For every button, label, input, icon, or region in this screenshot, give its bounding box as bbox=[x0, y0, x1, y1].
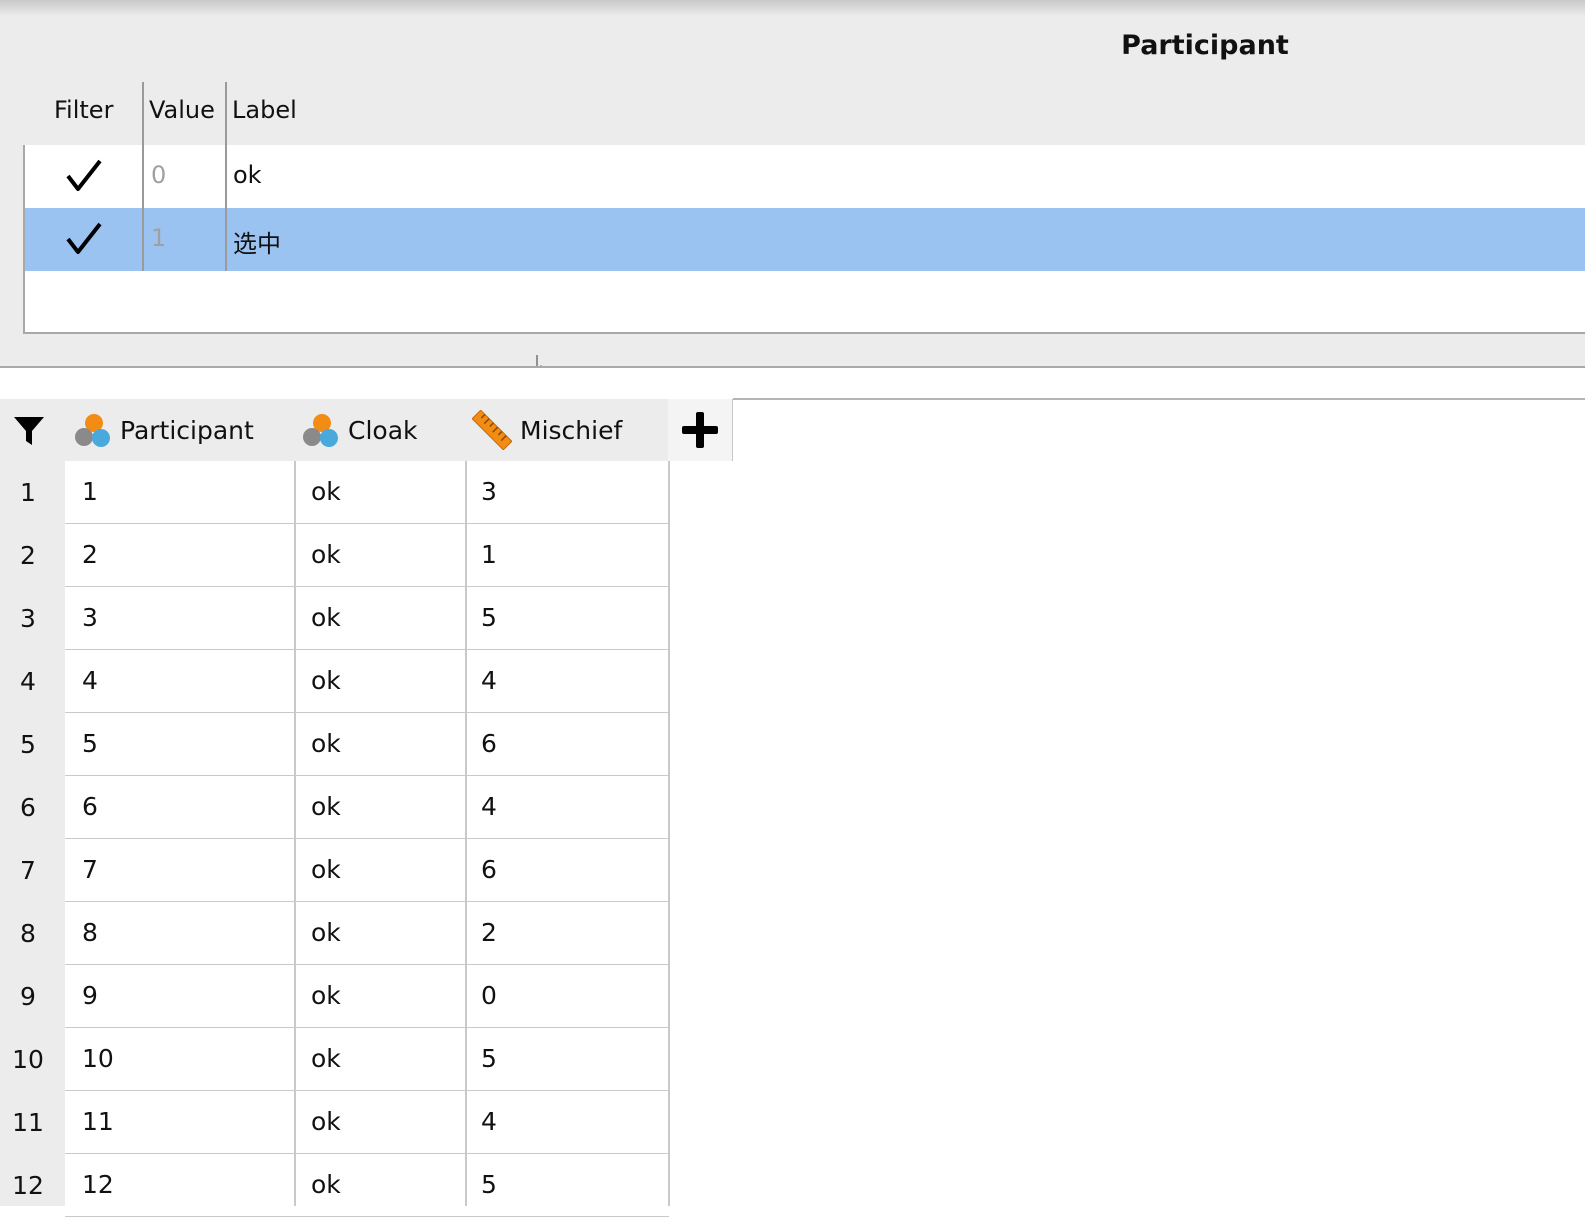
table-row: 1 ok 3 bbox=[65, 461, 669, 524]
checkmark-icon[interactable] bbox=[65, 157, 103, 195]
cell-mischief[interactable]: 5 bbox=[481, 603, 497, 632]
cell-cloak[interactable]: ok bbox=[311, 1170, 341, 1199]
filter-header[interactable]: Filter bbox=[54, 96, 113, 124]
divider bbox=[733, 398, 1585, 400]
value-header[interactable]: Value bbox=[149, 96, 215, 124]
table-row: 12 ok 5 bbox=[65, 1154, 669, 1217]
cell-mischief[interactable]: 1 bbox=[481, 540, 497, 569]
column-divider[interactable] bbox=[225, 82, 227, 271]
cell-cloak[interactable]: ok bbox=[311, 1107, 341, 1136]
value-cell: 1 bbox=[151, 224, 167, 252]
cell-cloak[interactable]: ok bbox=[311, 477, 341, 506]
column-header-cloak[interactable]: Cloak bbox=[300, 399, 466, 461]
cell-cloak[interactable]: ok bbox=[311, 603, 341, 632]
column-divider bbox=[294, 461, 296, 1206]
column-divider bbox=[668, 461, 670, 1206]
cell-participant[interactable]: 4 bbox=[82, 666, 98, 695]
cell-participant[interactable]: 1 bbox=[82, 477, 98, 506]
cell-participant[interactable]: 2 bbox=[82, 540, 98, 569]
add-column-button[interactable] bbox=[668, 399, 733, 461]
cell-cloak[interactable]: ok bbox=[311, 792, 341, 821]
cell-mischief[interactable]: 2 bbox=[481, 918, 497, 947]
cell-participant[interactable]: 12 bbox=[82, 1170, 114, 1199]
table-row: 4 ok 4 bbox=[65, 650, 669, 713]
cell-mischief[interactable]: 5 bbox=[481, 1044, 497, 1073]
table-row: 10 ok 5 bbox=[65, 1028, 669, 1091]
panel-shadow bbox=[0, 0, 1585, 16]
cell-mischief[interactable]: 3 bbox=[481, 477, 497, 506]
cell-participant[interactable]: 8 bbox=[82, 918, 98, 947]
value-cell: 0 bbox=[151, 161, 167, 189]
label-row-selected[interactable]: 1 选中 bbox=[25, 208, 1585, 271]
column-header-row: Participant Cloak Mischief bbox=[0, 399, 733, 461]
cell-mischief[interactable]: 6 bbox=[481, 855, 497, 884]
cell-mischief[interactable]: 4 bbox=[481, 666, 497, 695]
cell-mischief[interactable]: 0 bbox=[481, 981, 497, 1010]
row-number[interactable]: 11 bbox=[0, 1108, 56, 1137]
filter-funnel-icon bbox=[14, 417, 44, 445]
label-editor-panel: Participant Filter Value Label 0 ok 1 选中 bbox=[0, 0, 1585, 374]
cell-mischief[interactable]: 4 bbox=[481, 1107, 497, 1136]
cell-mischief[interactable]: 4 bbox=[481, 792, 497, 821]
row-number[interactable]: 6 bbox=[0, 793, 56, 822]
row-number-column: 1 2 3 4 5 6 7 8 9 10 11 12 bbox=[0, 461, 65, 1206]
column-header-mischief[interactable]: Mischief bbox=[472, 399, 668, 461]
table-row: 3 ok 5 bbox=[65, 587, 669, 650]
cell-participant[interactable]: 7 bbox=[82, 855, 98, 884]
data-grid: 1 ok 3 2 ok 1 3 ok 5 4 ok 4 5 ok 6 6 ok 4 7 ok 6 8 ok 2 9 ok 0 10 ok… bbox=[65, 461, 669, 1217]
cell-cloak[interactable]: ok bbox=[311, 729, 341, 758]
table-row: 9 ok 0 bbox=[65, 965, 669, 1028]
column-divider bbox=[465, 461, 467, 1206]
column-name: Participant bbox=[120, 415, 254, 445]
continuous-ruler-icon bbox=[472, 410, 512, 450]
row-number[interactable]: 2 bbox=[0, 541, 56, 570]
table-row: 6 ok 4 bbox=[65, 776, 669, 839]
row-number[interactable]: 3 bbox=[0, 604, 56, 633]
row-number[interactable]: 8 bbox=[0, 919, 56, 948]
cell-cloak[interactable]: ok bbox=[311, 855, 341, 884]
plus-icon bbox=[682, 412, 718, 448]
cell-participant[interactable]: 3 bbox=[82, 603, 98, 632]
cell-cloak[interactable]: ok bbox=[311, 918, 341, 947]
cell-cloak[interactable]: ok bbox=[311, 981, 341, 1010]
row-number[interactable]: 1 bbox=[0, 478, 56, 507]
label-row[interactable]: 0 ok bbox=[25, 145, 1585, 208]
row-number[interactable]: 9 bbox=[0, 982, 56, 1011]
cell-mischief[interactable]: 5 bbox=[481, 1170, 497, 1199]
label-cell[interactable]: 选中 bbox=[233, 224, 281, 259]
nominal-icon bbox=[75, 414, 110, 447]
filter-toggle-button[interactable] bbox=[0, 399, 65, 461]
cell-participant[interactable]: 6 bbox=[82, 792, 98, 821]
cell-cloak[interactable]: ok bbox=[311, 666, 341, 695]
cell-participant[interactable]: 11 bbox=[82, 1107, 114, 1136]
column-name: Cloak bbox=[348, 415, 418, 445]
label-header[interactable]: Label bbox=[232, 96, 297, 124]
label-table: 0 ok 1 选中 bbox=[23, 145, 1585, 334]
cell-mischief[interactable]: 6 bbox=[481, 729, 497, 758]
nominal-icon bbox=[303, 414, 338, 447]
cell-participant[interactable]: 5 bbox=[82, 729, 98, 758]
table-row: 11 ok 4 bbox=[65, 1091, 669, 1154]
variable-title: Participant bbox=[1121, 30, 1289, 61]
cell-cloak[interactable]: ok bbox=[311, 1044, 341, 1073]
row-number[interactable]: 10 bbox=[0, 1045, 56, 1074]
checkmark-icon[interactable] bbox=[65, 220, 103, 258]
cell-participant[interactable]: 10 bbox=[82, 1044, 114, 1073]
table-row: 8 ok 2 bbox=[65, 902, 669, 965]
column-divider[interactable] bbox=[142, 82, 144, 271]
row-number[interactable]: 7 bbox=[0, 856, 56, 885]
table-row: 7 ok 6 bbox=[65, 839, 669, 902]
row-number[interactable]: 12 bbox=[0, 1171, 56, 1200]
row-number[interactable]: 5 bbox=[0, 730, 56, 759]
cell-participant[interactable]: 9 bbox=[82, 981, 98, 1010]
column-header-participant[interactable]: Participant bbox=[72, 399, 294, 461]
table-row: 5 ok 6 bbox=[65, 713, 669, 776]
cell-cloak[interactable]: ok bbox=[311, 540, 341, 569]
label-cell[interactable]: ok bbox=[233, 161, 262, 189]
row-number[interactable]: 4 bbox=[0, 667, 56, 696]
table-row: 2 ok 1 bbox=[65, 524, 669, 587]
column-name: Mischief bbox=[520, 415, 623, 445]
